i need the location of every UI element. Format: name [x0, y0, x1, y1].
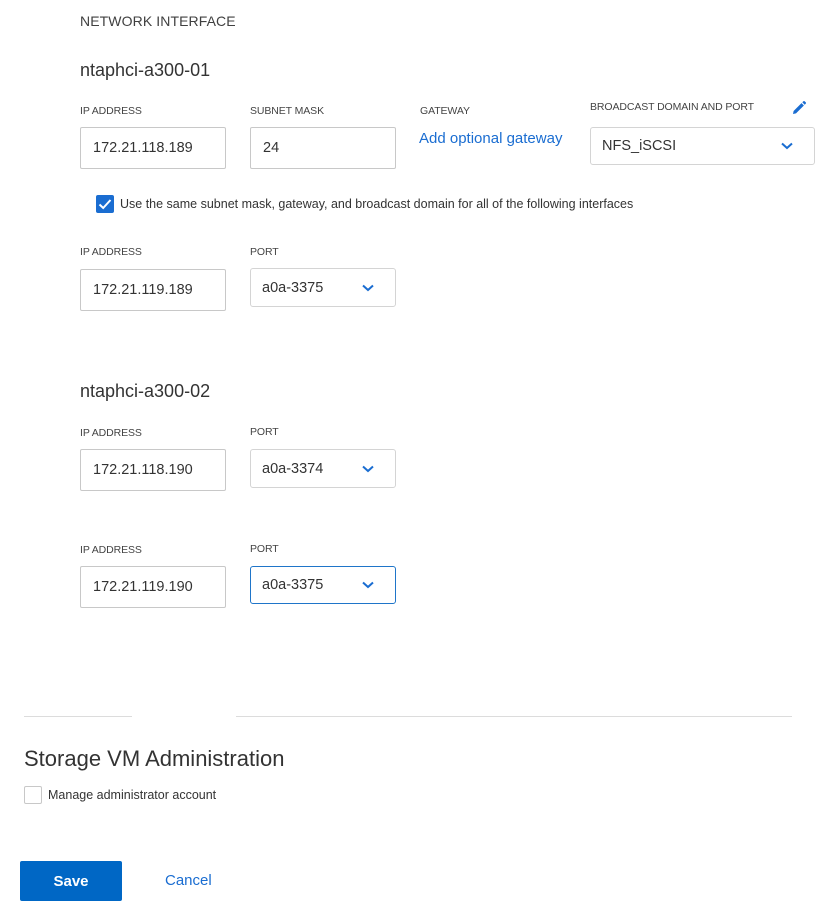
subnet-mask-input[interactable]: 24 [250, 127, 396, 169]
manage-admin-checkbox[interactable] [24, 786, 42, 804]
add-optional-gateway-link[interactable]: Add optional gateway [419, 130, 562, 147]
port-value: a0a-3374 [262, 460, 324, 477]
port-select[interactable]: a0a-3375 [250, 566, 396, 604]
broadcast-domain-value: NFS_iSCSI [602, 138, 677, 154]
chevron-down-icon [355, 577, 381, 593]
same-settings-label: Use the same subnet mask, gateway, and b… [120, 197, 634, 211]
same-settings-checkbox[interactable] [96, 195, 114, 213]
ip-address-label: IP ADDRESS [80, 105, 142, 117]
port-label: PORT [250, 426, 279, 438]
ip-address-label: IP ADDRESS [80, 427, 142, 439]
node-title-1: ntaphci-a300-01 [80, 60, 211, 80]
ip-address-label: IP ADDRESS [80, 544, 142, 556]
ip-address-input[interactable]: 172.21.118.190 [80, 449, 226, 491]
port-label: PORT [250, 543, 279, 555]
section-divider-right [236, 716, 792, 717]
port-select[interactable]: a0a-3374 [250, 449, 396, 488]
port-value: a0a-3375 [262, 279, 324, 296]
save-button[interactable]: Save [20, 861, 122, 901]
storage-vm-admin-title: Storage VM Administration [24, 746, 285, 771]
manage-admin-label: Manage administrator account [48, 788, 217, 802]
broadcast-domain-label: BROADCAST DOMAIN AND PORT [590, 101, 754, 113]
edit-pencil-icon[interactable] [791, 100, 807, 116]
network-interface-section-title: NETWORK INTERFACE [80, 13, 236, 29]
ip-address-label: IP ADDRESS [80, 246, 142, 258]
chevron-down-icon [774, 138, 800, 154]
subnet-mask-label: SUBNET MASK [250, 105, 324, 117]
ip-address-input[interactable]: 172.21.119.189 [80, 269, 226, 311]
chevron-down-icon [355, 461, 381, 477]
ip-address-input[interactable]: 172.21.118.189 [80, 127, 226, 169]
port-label: PORT [250, 246, 279, 258]
broadcast-domain-select[interactable]: NFS_iSCSI [590, 127, 815, 165]
port-select[interactable]: a0a-3375 [250, 268, 396, 307]
chevron-down-icon [355, 280, 381, 296]
ip-address-input[interactable]: 172.21.119.190 [80, 566, 226, 608]
port-value: a0a-3375 [262, 577, 324, 593]
checkmark-icon [98, 199, 112, 210]
cancel-button[interactable]: Cancel [165, 872, 212, 889]
node-title-2: ntaphci-a300-02 [80, 381, 211, 401]
gateway-label: GATEWAY [420, 105, 470, 117]
section-divider-left [24, 716, 132, 717]
